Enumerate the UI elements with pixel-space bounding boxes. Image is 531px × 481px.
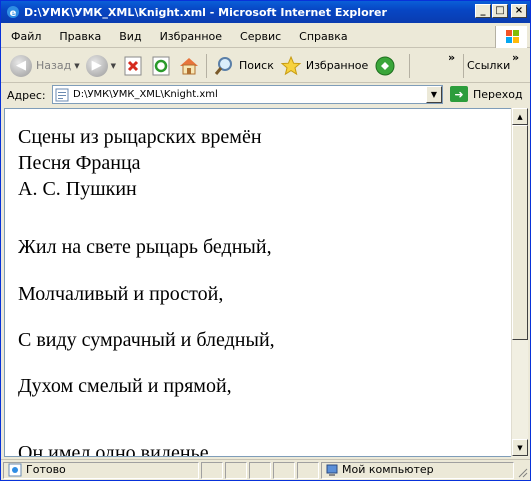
home-icon — [178, 55, 200, 77]
stop-button[interactable] — [119, 51, 147, 81]
heading-line: Сцены из рыцарских времён — [18, 126, 262, 148]
vertical-scrollbar[interactable]: ▲ ▼ — [511, 108, 528, 457]
ie-window: e D:\УМК\УМК_XML\Knight.xml - Microsoft … — [0, 0, 531, 481]
status-cell — [201, 462, 223, 479]
search-label: Поиск — [239, 59, 274, 72]
status-cell — [297, 462, 319, 479]
favorites-label: Избранное — [305, 59, 369, 72]
toolbar-separator — [206, 53, 207, 78]
scroll-thumb[interactable] — [512, 125, 528, 340]
status-text: Готово — [26, 463, 66, 476]
links-chevron[interactable]: » — [512, 51, 519, 64]
back-arrow-icon: ◀ — [10, 54, 32, 77]
close-button[interactable]: × — [511, 4, 527, 18]
zone-text: Мой компьютер — [342, 463, 434, 476]
windows-logo-icon — [495, 26, 527, 48]
heading-line: А. С. Пушкин — [18, 178, 137, 200]
verse-line: Он имел одно виденье, — [18, 442, 214, 457]
favorites-star-icon — [280, 55, 302, 77]
search-button[interactable]: Поиск — [210, 51, 277, 81]
address-label: Адрес: — [7, 88, 46, 102]
search-icon — [213, 55, 235, 77]
standard-toolbar: ◀ Назад ▼ ▶ ▼ Поиск Избранное » Ссылки » — [1, 49, 530, 83]
verse-line: Молчаливый и простой, — [18, 283, 224, 305]
menu-help[interactable]: Справка — [290, 30, 356, 43]
menu-bar: Файл Правка Вид Избранное Сервис Справка — [1, 26, 530, 48]
address-value: D:\УМК\УМК_XML\Knight.xml — [73, 89, 218, 100]
menu-favorites[interactable]: Избранное — [151, 30, 231, 43]
window-title: D:\УМК\УМК_XML\Knight.xml - Microsoft In… — [24, 5, 387, 19]
refresh-icon — [150, 55, 172, 77]
stop-icon — [122, 55, 144, 77]
verse-line: С виду сумрачный и бледный, — [18, 329, 275, 351]
menu-edit[interactable]: Правка — [50, 30, 110, 43]
verse-line: Духом смелый и прямой, — [18, 375, 232, 397]
status-cell — [249, 462, 271, 479]
ie-logo-icon: e — [7, 6, 19, 19]
toolbar-separator — [463, 53, 464, 78]
menu-tools[interactable]: Сервис — [231, 30, 290, 43]
favorites-button[interactable]: Избранное — [277, 51, 371, 81]
scroll-up-icon[interactable]: ▲ — [512, 108, 528, 125]
home-button[interactable] — [175, 51, 203, 81]
minimize-button[interactable]: _ — [475, 4, 491, 18]
toolbar-chevron[interactable]: » — [448, 51, 455, 64]
forward-button[interactable]: ▶ ▼ — [83, 51, 119, 81]
status-cell — [225, 462, 247, 479]
status-bar: Готово Мой компьютер — [1, 459, 530, 480]
my-computer-icon — [326, 464, 338, 476]
maximize-button[interactable]: □ — [492, 4, 508, 18]
address-input[interactable]: D:\УМК\УМК_XML\Knight.xml ▼ — [52, 85, 443, 104]
svg-text:e: e — [10, 8, 17, 19]
heading-line: Песня Франца — [18, 152, 141, 174]
document-view[interactable]: Сцены из рыцарских времён Песня Франца А… — [4, 108, 511, 457]
back-label: Назад — [36, 59, 72, 72]
status-cell — [273, 462, 295, 479]
forward-dropdown-icon[interactable]: ▼ — [111, 62, 116, 70]
menu-file[interactable]: Файл — [1, 30, 50, 43]
page-icon — [55, 88, 69, 101]
go-label: Переход — [473, 87, 523, 101]
go-button[interactable]: ➜ Переход — [450, 86, 523, 102]
menu-view[interactable]: Вид — [110, 30, 150, 43]
media-icon — [374, 55, 396, 77]
address-dropdown-icon[interactable]: ▼ — [426, 86, 442, 103]
title-bar[interactable]: e D:\УМК\УМК_XML\Knight.xml - Microsoft … — [1, 1, 530, 23]
document-heading: Сцены из рыцарских времён Песня Франца А… — [18, 124, 262, 202]
verse-line: Жил на свете рыцарь бедный, — [18, 236, 272, 258]
back-dropdown-icon[interactable]: ▼ — [74, 62, 79, 70]
links-label[interactable]: Ссылки — [467, 59, 510, 72]
media-button[interactable] — [371, 51, 399, 81]
go-arrow-icon: ➜ — [450, 86, 468, 102]
scroll-down-icon[interactable]: ▼ — [512, 439, 528, 456]
back-button[interactable]: ◀ Назад ▼ — [7, 51, 83, 81]
resize-grip-icon[interactable] — [516, 466, 528, 478]
forward-arrow-icon: ▶ — [85, 54, 108, 77]
address-bar: Адрес: D:\УМК\УМК_XML\Knight.xml ▼ ➜ Пер… — [1, 84, 530, 106]
refresh-button[interactable] — [147, 51, 175, 81]
page-status-icon — [8, 463, 22, 477]
toolbar-separator — [409, 53, 411, 78]
